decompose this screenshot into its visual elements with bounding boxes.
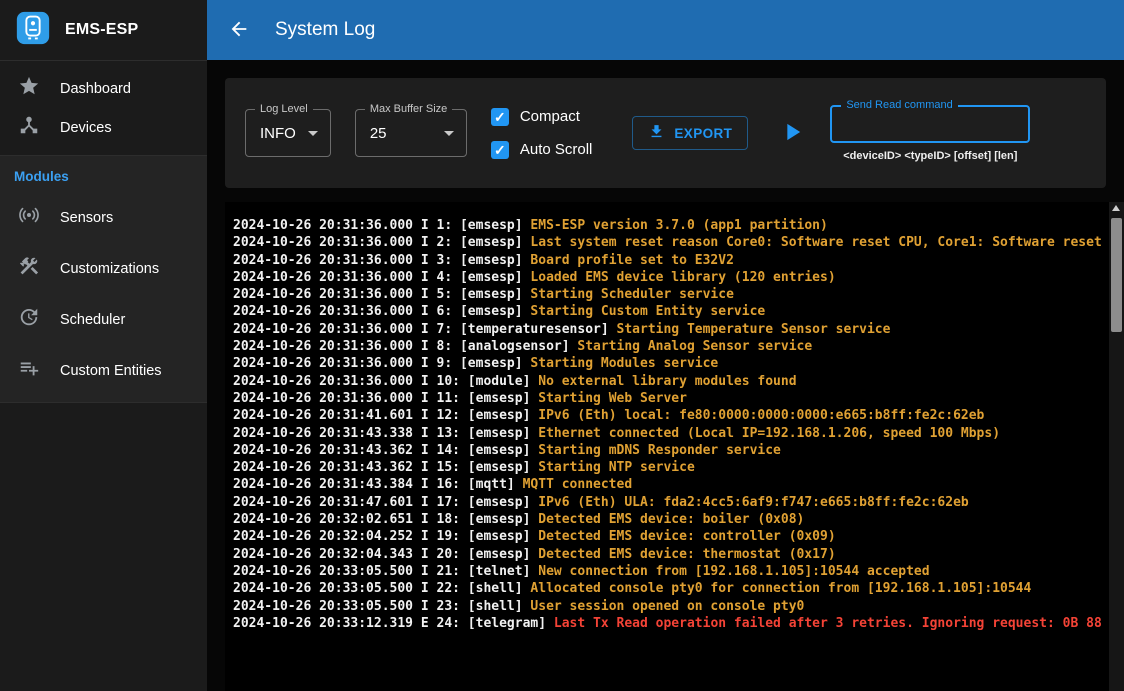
modules-section: Modules Sensors Customizations Scheduler… [0, 155, 207, 403]
log-line: 2024-10-26 20:31:36.000 I 11: [emsesp] S… [233, 390, 1104, 407]
scrollbar-up-arrow-icon[interactable] [1112, 205, 1120, 211]
log-line: 2024-10-26 20:31:36.000 I 10: [module] N… [233, 373, 1104, 390]
compact-checkbox[interactable]: ✓ Compact [491, 108, 593, 126]
log-level-select[interactable]: Log Level INFO [245, 109, 331, 157]
log-line: 2024-10-26 20:31:41.601 I 12: [emsesp] I… [233, 407, 1104, 424]
download-icon [648, 123, 665, 143]
scrollbar [1109, 202, 1124, 691]
sidebar: EMS-ESP Dashboard Devices Modules Sensor… [0, 0, 207, 691]
log-line: 2024-10-26 20:33:05.500 I 21: [telnet] N… [233, 563, 1104, 580]
max-buffer-label: Max Buffer Size [365, 103, 452, 115]
log-line: 2024-10-26 20:33:05.500 I 22: [shell] Al… [233, 580, 1104, 597]
sensors-icon [18, 204, 40, 231]
sidebar-item-sensors[interactable]: Sensors [0, 192, 207, 243]
max-buffer-value: 25 [370, 125, 387, 142]
star-icon [18, 75, 40, 102]
log-line: 2024-10-26 20:31:36.000 I 9: [emsesp] St… [233, 355, 1104, 372]
sidebar-item-devices[interactable]: Devices [0, 108, 207, 147]
sidebar-item-label: Dashboard [60, 81, 131, 97]
sidebar-item-label: Sensors [60, 210, 113, 226]
playlist-add-icon [18, 357, 40, 384]
log-line: 2024-10-26 20:31:36.000 I 4: [emsesp] Lo… [233, 269, 1104, 286]
auto-scroll-checkbox[interactable]: ✓ Auto Scroll [491, 141, 593, 159]
log-line: 2024-10-26 20:31:36.000 I 5: [emsesp] St… [233, 286, 1104, 303]
sidebar-item-label: Customizations [60, 261, 159, 277]
sidebar-item-customizations[interactable]: Customizations [0, 243, 207, 294]
sidebar-header: EMS-ESP [0, 0, 207, 60]
export-button[interactable]: EXPORT [632, 116, 748, 150]
log-line: 2024-10-26 20:31:43.362 I 15: [emsesp] S… [233, 459, 1104, 476]
chevron-down-icon [308, 131, 318, 136]
sidebar-item-dashboard[interactable]: Dashboard [0, 69, 207, 108]
log-panel: 2024-10-26 20:31:36.000 I 1: [emsesp] EM… [225, 202, 1124, 691]
log-line: 2024-10-26 20:31:36.000 I 7: [temperatur… [233, 321, 1104, 338]
main-area: System Log Log Level INFO Max Buffer Siz… [207, 0, 1124, 691]
log-line: 2024-10-26 20:31:36.000 I 3: [emsesp] Bo… [233, 252, 1104, 269]
modules-header: Modules [0, 156, 207, 192]
log-line: 2024-10-26 20:31:36.000 I 6: [emsesp] St… [233, 303, 1104, 320]
send-command-button[interactable] [778, 118, 806, 149]
scrollbar-thumb[interactable] [1111, 218, 1122, 332]
chevron-down-icon [444, 131, 454, 136]
checkbox-checked-icon[interactable]: ✓ [491, 108, 509, 126]
log-line: 2024-10-26 20:33:12.319 E 24: [telegram]… [233, 615, 1104, 632]
page-title: System Log [275, 19, 375, 41]
send-read-group: Send Read command <deviceID> <typeID> [o… [830, 105, 1030, 162]
back-button[interactable] [225, 16, 253, 44]
send-read-label: Send Read command [841, 99, 957, 111]
checkbox-checked-icon[interactable]: ✓ [491, 141, 509, 159]
update-clock-icon [18, 306, 40, 333]
send-read-helper-text: <deviceID> <typeID> [offset] [len] [843, 150, 1017, 162]
log-controls-card: Log Level INFO Max Buffer Size 25 ✓ Comp… [225, 78, 1106, 188]
log-line: 2024-10-26 20:32:04.252 I 19: [emsesp] D… [233, 528, 1104, 545]
sidebar-item-custom-entities[interactable]: Custom Entities [0, 345, 207, 396]
log-line: 2024-10-26 20:31:43.362 I 14: [emsesp] S… [233, 442, 1104, 459]
log-line: 2024-10-26 20:32:02.651 I 18: [emsesp] D… [233, 511, 1104, 528]
log-line: 2024-10-26 20:31:43.338 I 13: [emsesp] E… [233, 425, 1104, 442]
log-line: 2024-10-26 20:31:43.384 I 16: [mqtt] MQT… [233, 476, 1104, 493]
send-read-field: Send Read command [830, 105, 1030, 143]
log-line: 2024-10-26 20:33:05.500 I 23: [shell] Us… [233, 598, 1104, 615]
log-line: 2024-10-26 20:31:36.000 I 1: [emsesp] EM… [233, 217, 1104, 234]
sidebar-item-scheduler[interactable]: Scheduler [0, 294, 207, 345]
play-icon [778, 118, 806, 149]
log-line: 2024-10-26 20:31:36.000 I 8: [analogsens… [233, 338, 1104, 355]
log-line: 2024-10-26 20:32:04.343 I 20: [emsesp] D… [233, 546, 1104, 563]
compact-label: Compact [520, 108, 580, 125]
log-level-label: Log Level [255, 103, 313, 115]
auto-scroll-label: Auto Scroll [520, 141, 593, 158]
log-level-value: INFO [260, 125, 296, 142]
log-lines: 2024-10-26 20:31:36.000 I 1: [emsesp] EM… [225, 202, 1124, 632]
content: Log Level INFO Max Buffer Size 25 ✓ Comp… [207, 60, 1124, 691]
app-logo-icon [14, 9, 52, 52]
arrow-back-icon [228, 18, 250, 43]
sidebar-item-label: Custom Entities [60, 363, 162, 379]
max-buffer-select[interactable]: Max Buffer Size 25 [355, 109, 467, 157]
checkbox-group: ✓ Compact ✓ Auto Scroll [491, 108, 593, 159]
export-label: EXPORT [674, 126, 732, 141]
log-line: 2024-10-26 20:31:36.000 I 2: [emsesp] La… [233, 234, 1104, 251]
appbar: System Log [207, 0, 1124, 60]
device-hub-icon [18, 114, 40, 141]
log-line: 2024-10-26 20:31:47.601 I 17: [emsesp] I… [233, 494, 1104, 511]
sidebar-item-label: Scheduler [60, 312, 125, 328]
construction-icon [18, 255, 40, 282]
send-read-input[interactable] [832, 107, 1028, 141]
app-title: EMS-ESP [65, 21, 138, 39]
sidebar-item-label: Devices [60, 120, 112, 136]
